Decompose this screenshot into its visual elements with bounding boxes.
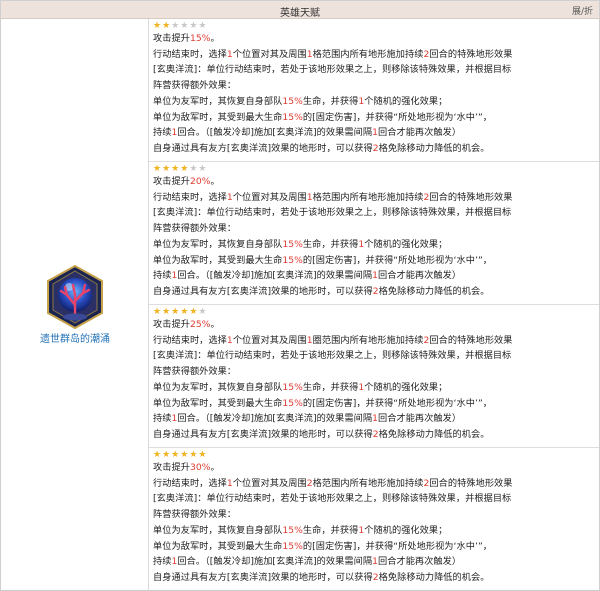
level-line: [玄奥洋流]：单位行动结束时，若处于该地形效果之上，则移除该特殊效果，并根据目标 <box>153 207 512 219</box>
talent-info-cell: 遗世群岛的潮涌 <box>1 19 149 590</box>
level-line: 攻击提升30%。 <box>153 462 220 473</box>
level-line: 攻击提升20%。 <box>153 176 220 187</box>
level-line: 单位为敌军时，其受到最大生命15%的[固定伤害]，并获得“所处地形视为‘水中’”… <box>153 540 493 552</box>
star-filled-icon: ★ <box>162 21 171 31</box>
level-line: 攻击提升15%。 <box>153 33 220 44</box>
star-filled-icon: ★ <box>162 307 171 317</box>
level-line: 持续1回合。（[触发冷却]施加[玄奥洋流]的效果需间隔1回合才能再次触发） <box>153 413 462 425</box>
star-filled-icon: ★ <box>180 307 189 317</box>
talent-level-3: ★ ★ ★ ★ ★ ★ 攻击提升25%。 行动结束时，选择1个位置对其及周围1圈范围内所有… <box>149 305 599 448</box>
star-filled-icon: ★ <box>189 450 198 460</box>
talent-level-4: ★ ★ ★ ★ ★ ★ 攻击提升30%。 行动结束时，选择1个位置对其及周围2格范围内所有… <box>149 448 599 591</box>
talent-level-1: ★ ★ ★ ★ ★ ★ 攻击提升15%。 行动结束时，选择1个位置对其及周围1格范围内所有… <box>149 19 599 162</box>
talent-panel: 英雄天赋 展/折 遗世群岛的潮涌 ★ ★ ★ ★ ★ ★ 攻击提升15%。 行动… <box>0 0 600 591</box>
level-line: 持续1回合。（[触发冷却]施加[玄奥洋流]的效果需间隔1回合才能再次触发） <box>153 556 462 568</box>
coral-orb-icon <box>47 265 103 329</box>
star-empty-icon: ★ <box>198 164 207 174</box>
talent-level-2: ★ ★ ★ ★ ★ ★ 攻击提升20%。 行动结束时，选择1个位置对其及周围1格范围内所有… <box>149 162 599 305</box>
level-line: 阵营获得额外效果： <box>153 223 237 235</box>
star-filled-icon: ★ <box>153 21 162 31</box>
level-line: 单位为敌军时，其受到最大生命15%的[固定伤害]，并获得“所处地形视为‘水中’”… <box>153 111 493 123</box>
level-line: 行动结束时，选择1个位置对其及周围1圈范围内所有地形施加持续2回合的特殊地形效果 <box>153 334 513 346</box>
level-line: 行动结束时，选择1个位置对其及周围1格范围内所有地形施加持续2回合的特殊地形效果 <box>153 191 513 203</box>
level-line: 持续1回合。（[触发冷却]施加[玄奥洋流]的效果需间隔1回合才能再次触发） <box>153 270 462 282</box>
star-filled-icon: ★ <box>153 164 162 174</box>
star-empty-icon: ★ <box>180 21 189 31</box>
star-filled-icon: ★ <box>153 450 162 460</box>
talent-levels: ★ ★ ★ ★ ★ ★ 攻击提升15%。 行动结束时，选择1个位置对其及周围1格范围内所有… <box>149 19 599 590</box>
star-rating: ★ ★ ★ ★ ★ ★ <box>153 307 599 317</box>
star-rating: ★ ★ ★ ★ ★ ★ <box>153 164 599 174</box>
star-empty-icon: ★ <box>189 164 198 174</box>
star-empty-icon: ★ <box>198 21 207 31</box>
star-filled-icon: ★ <box>171 307 180 317</box>
star-filled-icon: ★ <box>162 164 171 174</box>
level-line: [玄奥洋流]：单位行动结束时，若处于该地形效果之上，则移除该特殊效果，并根据目标 <box>153 493 512 505</box>
level-line: [玄奥洋流]：单位行动结束时，若处于该地形效果之上，则移除该特殊效果，并根据目标 <box>153 64 512 76</box>
panel-body: 遗世群岛的潮涌 ★ ★ ★ ★ ★ ★ 攻击提升15%。 行动结束时，选择1个位置对其及周… <box>1 19 599 590</box>
level-line: [玄奥洋流]：单位行动结束时，若处于该地形效果之上，则移除该特殊效果，并根据目标 <box>153 350 512 362</box>
level-line: 单位为友军时，其恢复自身部队15%生命，并获得1个随机的强化效果； <box>153 95 448 107</box>
level-line: 自身通过具有友方[玄奥洋流]效果的地形时，可以获得2格免除移动力降低的机会。 <box>153 428 490 440</box>
level-line: 单位为友军时，其恢复自身部队15%生命，并获得1个随机的强化效果； <box>153 524 448 536</box>
expand-collapse-toggle[interactable]: 展/折 <box>572 4 593 17</box>
star-filled-icon: ★ <box>171 164 180 174</box>
level-line: 单位为敌军时，其受到最大生命15%的[固定伤害]，并获得“所处地形视为‘水中’”… <box>153 397 493 409</box>
star-filled-icon: ★ <box>171 450 180 460</box>
level-line: 阵营获得额外效果： <box>153 80 237 92</box>
level-line: 自身通过具有友方[玄奥洋流]效果的地形时，可以获得2格免除移动力降低的机会。 <box>153 285 490 297</box>
level-line: 攻击提升25%。 <box>153 319 220 330</box>
level-line: 阵营获得额外效果： <box>153 366 237 378</box>
panel-header: 英雄天赋 展/折 <box>1 1 599 19</box>
star-filled-icon: ★ <box>198 450 207 460</box>
panel-title: 英雄天赋 <box>280 8 320 19</box>
level-line: 行动结束时，选择1个位置对其及周围2格范围内所有地形施加持续2回合的特殊地形效果 <box>153 477 513 489</box>
level-line: 自身通过具有友方[玄奥洋流]效果的地形时，可以获得2格免除移动力降低的机会。 <box>153 571 490 583</box>
star-filled-icon: ★ <box>180 164 189 174</box>
star-rating: ★ ★ ★ ★ ★ ★ <box>153 450 599 460</box>
star-filled-icon: ★ <box>180 450 189 460</box>
level-line: 单位为友军时，其恢复自身部队15%生命，并获得1个随机的强化效果； <box>153 381 448 393</box>
star-empty-icon: ★ <box>198 307 207 317</box>
level-line: 自身通过具有友方[玄奥洋流]效果的地形时，可以获得2格免除移动力降低的机会。 <box>153 142 490 154</box>
star-filled-icon: ★ <box>162 450 171 460</box>
star-empty-icon: ★ <box>171 21 180 31</box>
star-empty-icon: ★ <box>189 21 198 31</box>
level-line: 单位为敌军时，其受到最大生命15%的[固定伤害]，并获得“所处地形视为‘水中’”… <box>153 254 493 266</box>
star-rating: ★ ★ ★ ★ ★ ★ <box>153 21 599 31</box>
level-line: 行动结束时，选择1个位置对其及周围1格范围内所有地形施加持续2回合的特殊地形效果 <box>153 48 513 60</box>
star-filled-icon: ★ <box>189 307 198 317</box>
level-line: 单位为友军时，其恢复自身部队15%生命，并获得1个随机的强化效果； <box>153 238 448 250</box>
star-filled-icon: ★ <box>153 307 162 317</box>
talent-name-link[interactable]: 遗世群岛的潮涌 <box>1 330 149 345</box>
level-line: 持续1回合。（[触发冷却]施加[玄奥洋流]的效果需间隔1回合才能再次触发） <box>153 127 462 139</box>
level-line: 阵营获得额外效果： <box>153 509 237 521</box>
